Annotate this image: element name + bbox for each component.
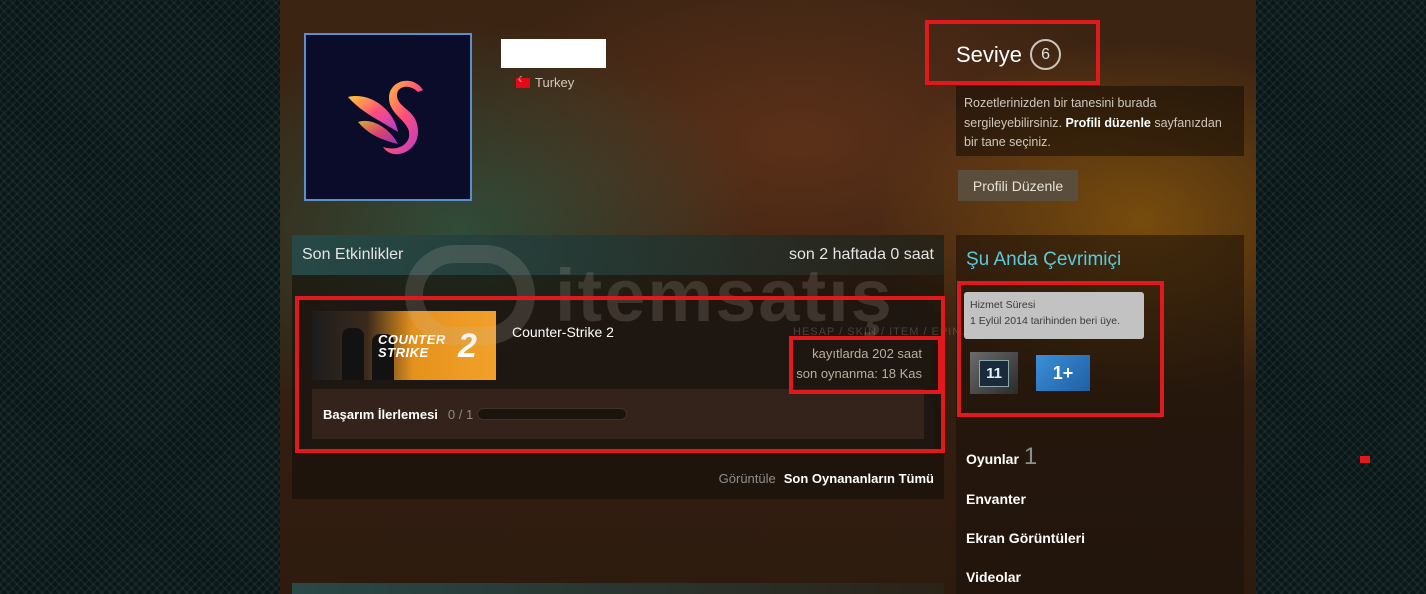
achievement-count: 0 / 1 xyxy=(447,406,474,422)
background-pattern-left xyxy=(0,0,280,594)
game-stats: kayıtlarda 202 saat son oynanma: 18 Kas xyxy=(796,344,922,384)
view-all-row: Görüntüle Son Oynananların Tümü xyxy=(719,471,934,486)
nav-games-label: Oyunlar xyxy=(966,451,1019,467)
tooltip-text: 1 Eylül 2014 tarihinden beri üye. xyxy=(970,315,1121,327)
recent-activity-header: Son Etkinlikler son 2 haftada 0 saat xyxy=(292,235,944,275)
tooltip-title: Hizmet Süresi xyxy=(970,299,1036,311)
recent-activity-panel: Son Etkinlikler son 2 haftada 0 saat COU… xyxy=(292,235,944,499)
nav-item-inventory[interactable]: Envanter xyxy=(966,491,1026,507)
nav-item-screenshots[interactable]: Ekran Görüntüleri xyxy=(966,530,1085,546)
recent-activity-title[interactable]: Son Etkinlikler xyxy=(302,246,403,264)
country-label: Turkey xyxy=(535,75,575,90)
swan-logo-icon xyxy=(348,80,423,155)
level-badge: 6 xyxy=(1030,39,1062,70)
turkey-flag-icon xyxy=(516,75,530,88)
nav-games-count: 1 xyxy=(1023,443,1038,470)
game-logo-line2: STRIKE xyxy=(378,345,429,360)
game-logo-number: 2 xyxy=(458,327,477,365)
badge-showcase-note: Rozetlerinizden bir tanesini burada serg… xyxy=(956,86,1244,156)
background-pattern-right xyxy=(1256,0,1426,594)
profile-name-redacted xyxy=(501,39,606,68)
online-status: Şu Anda Çevrimiçi xyxy=(966,249,1122,270)
view-label: Görüntüle xyxy=(718,471,776,486)
soldier-figure xyxy=(342,328,364,380)
achievement-progress-bar xyxy=(477,408,628,420)
profile-sidebar: Şu Anda Çevrimiçi Hizmet Süresi 1 Eylül … xyxy=(956,235,1244,594)
nav-item-videos[interactable]: Videolar xyxy=(966,569,1021,585)
profile-country: Turkey xyxy=(516,75,574,90)
edit-profile-button[interactable]: Profili Düzenle xyxy=(958,170,1078,201)
nav-item-games[interactable]: Oyunlar 1 xyxy=(966,443,1037,471)
achievement-label: Başarım İlerlemesi xyxy=(323,406,438,422)
game-hours-total: kayıtlarda 202 saat xyxy=(812,346,922,361)
years-badge-number: 11 xyxy=(979,359,1009,387)
edit-profile-link[interactable]: Profili düzenle xyxy=(1065,116,1150,130)
level-label: Seviye xyxy=(956,41,1023,67)
red-marker xyxy=(1360,456,1370,463)
watermark-subtext: HESAP / SKIN / ITEM / EPIN.COM xyxy=(793,326,994,338)
game-logo: COUNTER STRIKE xyxy=(378,333,446,359)
game-card: COUNTER STRIKE 2 Counter-Strike 2 kayıtl… xyxy=(300,301,934,451)
game-name[interactable]: Counter-Strike 2 xyxy=(512,324,614,340)
avatar[interactable] xyxy=(304,33,472,201)
all-recently-played-link[interactable]: Son Oynananların Tümü xyxy=(784,471,934,486)
next-panel-header xyxy=(292,583,944,594)
achievement-progress-row[interactable]: Başarım İlerlemesi 0 / 1 xyxy=(312,389,924,439)
recent-activity-summary: son 2 haftada 0 saat xyxy=(789,246,934,263)
profile-level[interactable]: Seviye 6 xyxy=(956,39,1062,70)
game-thumbnail[interactable]: COUNTER STRIKE 2 xyxy=(312,311,496,380)
game-last-played: son oynanma: 18 Kas xyxy=(796,366,922,381)
game-count-badge[interactable]: 1+ xyxy=(1036,355,1090,391)
years-of-service-badge[interactable]: 11 xyxy=(970,352,1018,394)
